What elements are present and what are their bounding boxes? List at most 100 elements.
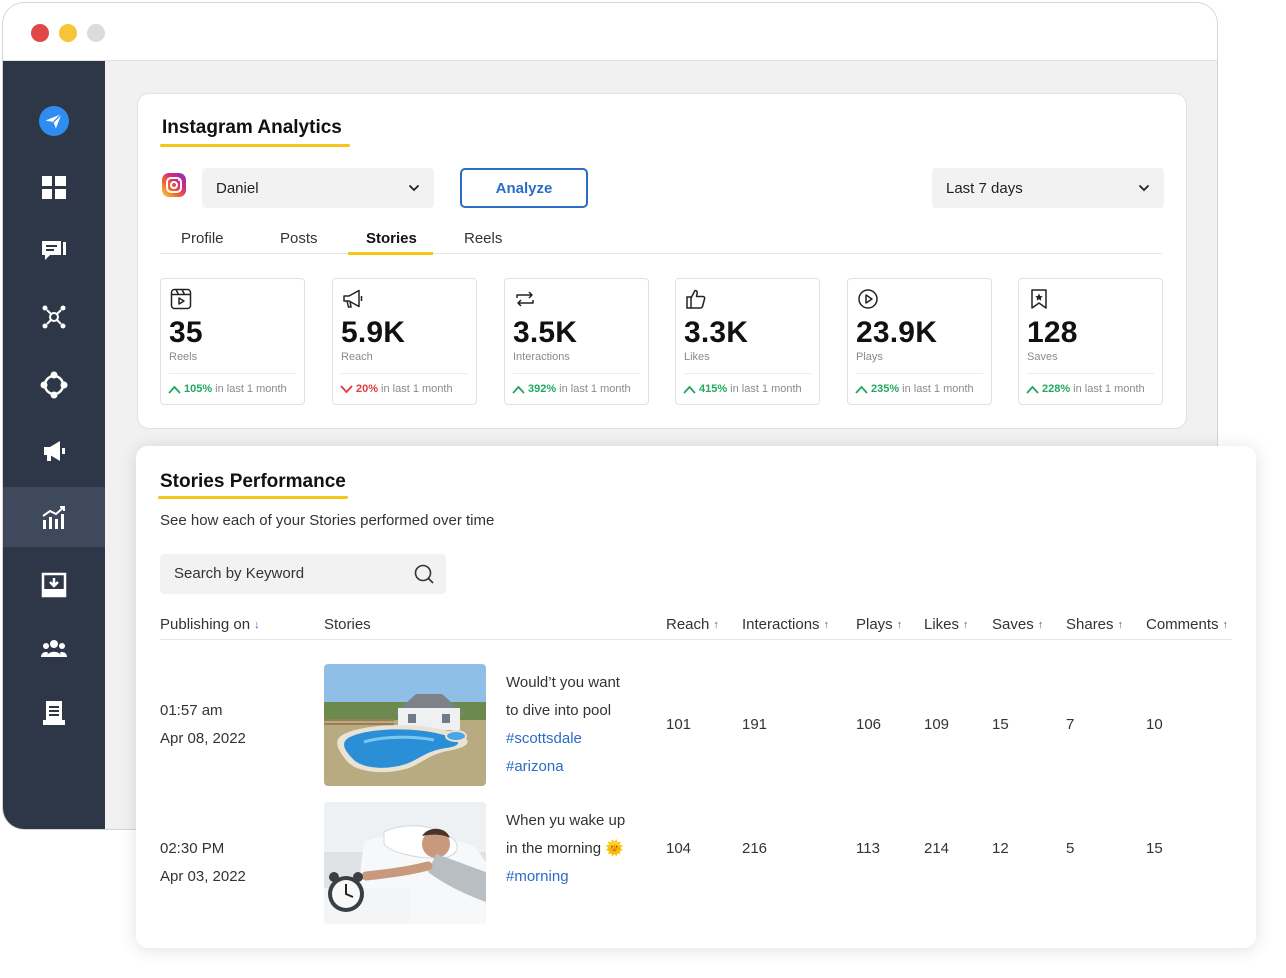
hashtag-link[interactable]: #arizona — [506, 753, 646, 781]
thumbs-up-icon — [686, 289, 706, 309]
arrow-up-icon — [168, 385, 181, 394]
column-likes[interactable]: Likes ↑ — [924, 616, 969, 633]
active-tab-indicator — [348, 252, 433, 255]
cell-plays: 113 — [856, 840, 880, 857]
stat-change: 105% in last 1 month — [168, 383, 287, 395]
search-input[interactable]: Search by Keyword — [160, 554, 446, 594]
stat-value: 5.9K — [341, 316, 406, 349]
stat-label: Plays — [856, 351, 883, 363]
stat-card-reach: 5.9K Reach 20% in last 1 month — [332, 278, 477, 405]
sort-up-icon: ↑ — [1037, 618, 1044, 631]
minimize-window-button[interactable] — [59, 24, 77, 42]
column-plays[interactable]: Plays ↑ — [856, 616, 902, 633]
tab-profile[interactable]: Profile — [181, 230, 224, 247]
story-thumbnail-pool[interactable] — [324, 664, 486, 786]
stat-value: 3.5K — [513, 316, 578, 349]
sort-up-icon: ↑ — [963, 618, 969, 631]
arrow-up-icon — [512, 385, 525, 394]
maximize-window-button[interactable] — [87, 24, 105, 42]
sidebar-item-home[interactable] — [3, 91, 105, 151]
tab-reels[interactable]: Reels — [464, 230, 502, 247]
inbox-download-icon — [41, 572, 67, 598]
sort-up-icon: ↑ — [896, 618, 903, 631]
cell-interactions: 216 — [742, 840, 768, 857]
cell-reach: 101 — [666, 716, 692, 733]
reels-icon — [170, 288, 192, 310]
sidebar-item-inbox[interactable] — [3, 555, 105, 615]
repeat-icon — [516, 291, 534, 307]
sidebar-item-connections[interactable] — [3, 355, 105, 415]
stat-value: 128 — [1027, 316, 1078, 349]
cell-reach: 104 — [666, 840, 692, 857]
stat-label: Likes — [684, 351, 710, 363]
megaphone-icon — [44, 441, 65, 461]
stat-change: 392% in last 1 month — [512, 383, 631, 395]
stories-title: Stories Performance — [160, 471, 346, 492]
cell-likes: 109 — [924, 716, 950, 733]
stat-label: Reels — [169, 351, 198, 363]
sort-up-icon: ↑ — [1117, 618, 1124, 631]
column-reach[interactable]: Reach ↑ — [666, 616, 719, 633]
cell-comments: 15 — [1146, 840, 1163, 857]
cell-interactions: 191 — [742, 716, 768, 733]
search-icon[interactable] — [413, 563, 435, 585]
column-interactions[interactable]: Interactions ↑ — [742, 616, 829, 633]
story-thumbnail-morning[interactable] — [324, 802, 486, 924]
chevron-down-icon — [1138, 184, 1150, 192]
stat-label: Interactions — [513, 351, 570, 363]
stat-value: 3.3K — [684, 316, 749, 349]
sidebar-item-analytics[interactable] — [3, 487, 105, 547]
table-header-divider — [160, 639, 1232, 640]
column-publishing-on[interactable]: Publishing on ↓ — [160, 616, 260, 633]
sidebar-item-team[interactable] — [3, 619, 105, 679]
sidebar-item-messages[interactable] — [3, 221, 105, 281]
date-range-select[interactable]: Last 7 days — [932, 168, 1164, 208]
cell-comments: 10 — [1146, 716, 1163, 733]
stories-title-underline — [158, 496, 348, 499]
bookmark-star-icon — [1031, 289, 1047, 309]
sort-up-icon: ↑ — [713, 618, 719, 631]
cell-plays: 106 — [856, 716, 882, 733]
cell-saves: 12 — [992, 840, 1009, 857]
chevron-down-icon — [408, 184, 420, 192]
column-shares[interactable]: Shares ↑ — [1066, 616, 1123, 633]
sidebar — [3, 61, 105, 829]
story-caption: Would’t you want to dive into pool #scot… — [506, 669, 646, 781]
report-document-icon — [43, 701, 65, 725]
sidebar-item-network[interactable] — [3, 287, 105, 347]
stat-value: 23.9K — [856, 316, 938, 349]
stat-change: 228% in last 1 month — [1026, 383, 1145, 395]
column-saves[interactable]: Saves ↑ — [992, 616, 1043, 633]
cell-likes: 214 — [924, 840, 950, 857]
stat-change: 235% in last 1 month — [855, 383, 974, 395]
tabs-divider — [160, 253, 1162, 254]
sidebar-item-campaigns[interactable] — [3, 421, 105, 481]
cycle-nodes-icon — [40, 371, 68, 399]
account-select[interactable]: Daniel — [202, 168, 434, 208]
sort-up-icon: ↑ — [823, 618, 830, 631]
sidebar-item-dashboard[interactable] — [3, 157, 105, 217]
story-caption: When yu wake up in the morning 🌞 #mornin… — [506, 807, 646, 891]
hashtag-link[interactable]: #morning — [506, 863, 646, 891]
megaphone-icon — [343, 289, 363, 308]
title-bar — [3, 3, 1217, 61]
analyze-button[interactable]: Analyze — [460, 168, 588, 208]
sort-up-icon: ↑ — [1222, 618, 1229, 631]
sidebar-item-reports[interactable] — [3, 683, 105, 743]
arrow-up-icon — [855, 385, 868, 394]
chat-icon — [42, 241, 66, 260]
column-comments[interactable]: Comments ↑ — [1146, 616, 1228, 633]
arrow-down-icon — [340, 384, 353, 393]
hashtag-link[interactable]: #scottsdale — [506, 725, 646, 753]
stat-change: 20% in last 1 month — [340, 383, 453, 395]
close-window-button[interactable] — [31, 24, 49, 42]
stat-change: 415% in last 1 month — [683, 383, 802, 395]
stat-card-likes: 3.3K Likes 415% in last 1 month — [675, 278, 820, 405]
stat-card-reels: 35 Reels 105% in last 1 month — [160, 278, 305, 405]
arrow-up-icon — [1026, 385, 1039, 394]
tab-posts[interactable]: Posts — [280, 230, 318, 247]
table-row-publish-date: 02:30 PM Apr 03, 2022 — [160, 840, 246, 885]
play-circle-icon — [858, 289, 878, 309]
analytics-chart-icon — [42, 506, 65, 529]
tab-stories[interactable]: Stories — [366, 230, 417, 247]
